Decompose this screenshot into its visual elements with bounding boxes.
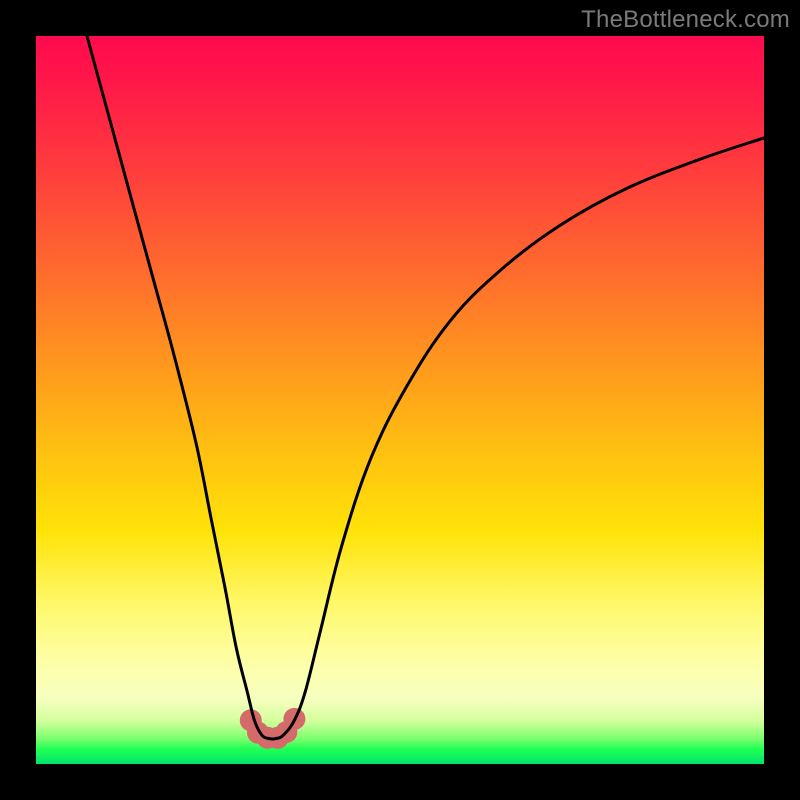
bottleneck-curve	[36, 36, 764, 764]
curve-path	[87, 36, 764, 739]
watermark-text: TheBottleneck.com	[581, 6, 790, 34]
markers-group	[240, 708, 306, 749]
chart-frame: TheBottleneck.com	[0, 0, 800, 800]
plot-area	[36, 36, 764, 764]
